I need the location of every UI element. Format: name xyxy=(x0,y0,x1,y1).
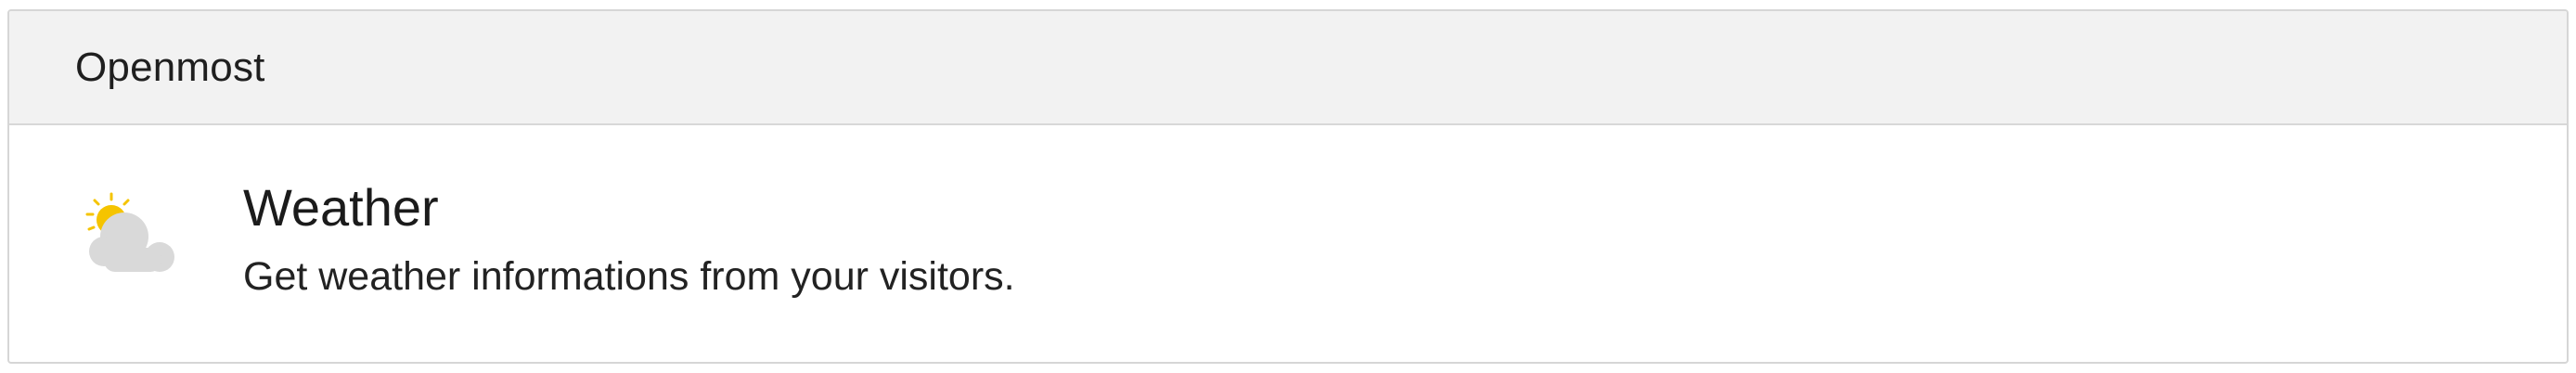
card-header: Openmost xyxy=(9,11,2567,125)
plugin-title[interactable]: Weather xyxy=(243,176,1015,239)
plugin-info: Weather Get weather informations from yo… xyxy=(243,176,1015,304)
plugin-list-item[interactable]: Weather Get weather informations from yo… xyxy=(9,125,2567,362)
plugin-card: Openmost Weather Get weather information… xyxy=(7,9,2569,364)
plugin-description: Get weather informations from your visit… xyxy=(243,254,1015,299)
card-header-title: Openmost xyxy=(75,44,265,90)
partly-cloudy-icon xyxy=(84,190,186,283)
